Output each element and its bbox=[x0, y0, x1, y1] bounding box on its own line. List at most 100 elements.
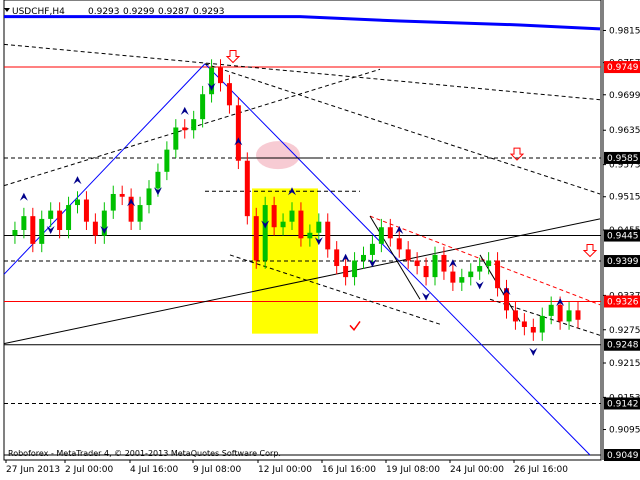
candle-body bbox=[530, 326, 536, 333]
candle-body bbox=[396, 238, 402, 250]
candle-body bbox=[280, 221, 286, 228]
y-tick-label: 0.9515 bbox=[609, 193, 640, 203]
ohlc-open: 0.9293 bbox=[88, 7, 120, 17]
candle-body bbox=[575, 310, 581, 320]
candle-body bbox=[432, 254, 438, 278]
x-tick-label: 2 Jul 00:00 bbox=[65, 465, 114, 475]
candle-body bbox=[191, 119, 197, 131]
candle-body bbox=[405, 249, 411, 261]
level-flag-label: 0.9248 bbox=[607, 341, 639, 351]
fractal-mark bbox=[73, 176, 82, 185]
ohlc-low: 0.9287 bbox=[158, 7, 190, 17]
candle-body bbox=[182, 127, 188, 131]
x-tick-label: 9 Jul 08:00 bbox=[193, 465, 242, 475]
x-tick-label: 19 Jul 08:00 bbox=[386, 465, 440, 475]
candle-body bbox=[548, 304, 554, 316]
level-flag-label: 0.9445 bbox=[607, 232, 639, 242]
ohlc-close: 0.9293 bbox=[193, 7, 225, 17]
level-flag-label: 0.9585 bbox=[607, 154, 639, 164]
moving-average-line bbox=[4, 15, 601, 31]
candle-body bbox=[566, 310, 572, 322]
candle-body bbox=[495, 260, 501, 289]
candle-body bbox=[119, 193, 125, 197]
candle-body bbox=[361, 254, 366, 261]
symbol-title: USDCHF,H4 bbox=[12, 7, 65, 17]
candle-body bbox=[39, 218, 45, 244]
down-arrow-icon bbox=[225, 50, 241, 64]
candle-body bbox=[21, 216, 27, 230]
trend-line bbox=[369, 215, 601, 306]
y-tick-label: 0.9699 bbox=[609, 91, 640, 101]
chart-area[interactable]: 0.98150.97570.96990.96350.95730.95150.94… bbox=[0, 0, 640, 480]
x-tick-label: 4 Jul 16:00 bbox=[130, 465, 179, 475]
level-flag-label: 0.9049 bbox=[607, 451, 639, 461]
candle-body bbox=[66, 205, 72, 230]
candle-body bbox=[173, 127, 179, 150]
candle-body bbox=[244, 160, 250, 217]
candle-body bbox=[253, 216, 259, 261]
candle-body bbox=[334, 249, 340, 267]
candle-body bbox=[262, 205, 268, 261]
copyright-text: Roboforex - MetaTrader 4, © 2001-2013 Me… bbox=[8, 449, 281, 458]
candle-body bbox=[387, 227, 393, 239]
candle-body bbox=[316, 221, 322, 233]
candle-body bbox=[378, 227, 384, 244]
candle-body bbox=[325, 221, 331, 250]
price-chart[interactable]: 0.98150.97570.96990.96350.95730.95150.94… bbox=[0, 0, 640, 480]
trend-line bbox=[204, 63, 601, 195]
fractal-mark bbox=[19, 192, 28, 201]
candle-body bbox=[226, 83, 232, 106]
candle-body bbox=[235, 105, 241, 161]
candle-body bbox=[92, 221, 98, 236]
level-flag-label: 0.9142 bbox=[607, 399, 639, 409]
y-tick-label: 0.9215 bbox=[609, 359, 640, 369]
y-tick-label: 0.9095 bbox=[609, 426, 640, 436]
candle-body bbox=[414, 260, 420, 267]
candle-body bbox=[486, 260, 492, 267]
candle-body bbox=[200, 94, 206, 120]
x-tick-label: 24 Jul 00:00 bbox=[450, 465, 504, 475]
candle-body bbox=[539, 315, 545, 333]
highlight-ellipse bbox=[256, 141, 300, 170]
x-tick-label: 16 Jul 16:00 bbox=[322, 465, 376, 475]
candle-body bbox=[352, 260, 358, 278]
y-tick-label: 0.9815 bbox=[609, 26, 640, 36]
x-tick-label: 12 Jul 00:00 bbox=[258, 465, 312, 475]
x-tick-label: 26 Jul 16:00 bbox=[514, 465, 568, 475]
candle-body bbox=[110, 193, 116, 211]
candle-body bbox=[468, 271, 474, 278]
down-arrow-icon bbox=[582, 244, 598, 258]
candle-body bbox=[75, 199, 80, 206]
ohlc-high: 0.9299 bbox=[123, 7, 155, 17]
level-flag-label: 0.9749 bbox=[607, 63, 639, 73]
fractal-mark bbox=[422, 292, 431, 301]
candle-body bbox=[57, 210, 63, 230]
candle-body bbox=[271, 205, 277, 228]
fractal-mark bbox=[529, 347, 538, 356]
fractal-mark bbox=[180, 106, 189, 115]
symbol-dropdown-icon[interactable] bbox=[4, 8, 10, 12]
candle-body bbox=[459, 277, 465, 283]
candle-body bbox=[423, 266, 429, 278]
candle-body bbox=[343, 266, 349, 278]
level-flag-label: 0.9399 bbox=[607, 257, 639, 267]
fractal-mark bbox=[475, 281, 484, 290]
candle-body bbox=[307, 232, 313, 239]
candle-body bbox=[164, 149, 170, 172]
candle-body bbox=[146, 188, 152, 206]
candle-body bbox=[12, 230, 18, 236]
candle-body bbox=[521, 321, 527, 327]
candle-body bbox=[289, 210, 295, 222]
candle-body bbox=[48, 210, 54, 219]
check-mark-icon bbox=[349, 321, 361, 331]
candle-body bbox=[30, 216, 36, 244]
candle-body bbox=[83, 199, 89, 222]
candle-body bbox=[557, 304, 563, 322]
candle-body bbox=[512, 310, 518, 322]
candle-body bbox=[441, 254, 447, 272]
candle-body bbox=[218, 67, 223, 84]
candle-body bbox=[298, 210, 304, 239]
candle-body bbox=[369, 243, 375, 255]
level-flag-label: 0.9326 bbox=[607, 297, 639, 307]
candle-body bbox=[137, 205, 143, 222]
